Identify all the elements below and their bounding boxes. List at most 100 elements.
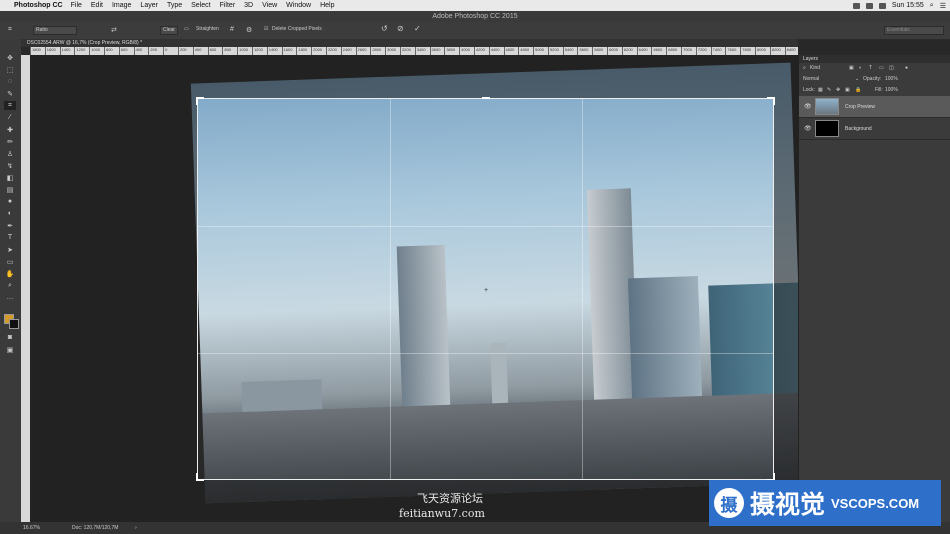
lock-position-icon[interactable]: ✥ bbox=[836, 87, 840, 93]
blur-tool-icon[interactable]: ● bbox=[4, 197, 16, 206]
eraser-tool-icon[interactable]: ◧ bbox=[4, 173, 16, 182]
blend-mode-chevron-icon[interactable]: ⌄ bbox=[855, 76, 859, 82]
filter-toggle-icon[interactable]: ● bbox=[905, 65, 908, 71]
layer-crop-preview[interactable]: 👁 Crop Preview bbox=[799, 96, 950, 118]
clear-button[interactable]: Clear bbox=[160, 26, 178, 35]
ruler-tick: 3400 bbox=[414, 47, 430, 55]
gradient-tool-icon[interactable]: ▤ bbox=[4, 185, 16, 194]
grid-line bbox=[390, 99, 391, 479]
crop-handle-bottom-left[interactable] bbox=[196, 473, 204, 481]
menu-filter[interactable]: Filter bbox=[220, 2, 236, 9]
ruler-tick: 2800 bbox=[370, 47, 385, 55]
adjustment-filter-icon[interactable]: ◐ bbox=[859, 65, 862, 71]
status-menu-arrow-icon[interactable]: › bbox=[135, 525, 137, 531]
menu-edit[interactable]: Edit bbox=[91, 2, 103, 9]
menu-layer[interactable]: Layer bbox=[140, 2, 158, 9]
app-menu[interactable]: Photoshop CC bbox=[14, 2, 63, 9]
hand-tool-icon[interactable]: ✋ bbox=[4, 269, 16, 278]
type-tool-icon[interactable]: T bbox=[4, 233, 16, 242]
battery-icon[interactable] bbox=[878, 2, 886, 9]
stamp-tool-icon[interactable]: ♙ bbox=[4, 149, 16, 158]
crop-tool-icon[interactable]: ⌗ bbox=[4, 101, 16, 110]
visibility-eye-icon[interactable]: 👁 bbox=[804, 103, 812, 110]
crop-handle-top-left[interactable] bbox=[196, 97, 204, 105]
menu-file[interactable]: File bbox=[71, 2, 82, 9]
crop-handle-top-right[interactable] bbox=[767, 97, 775, 105]
search-icon[interactable]: ⌕ bbox=[930, 2, 934, 10]
brush-tool-icon[interactable]: ✏ bbox=[4, 137, 16, 146]
crop-handle-top[interactable] bbox=[482, 97, 490, 99]
shape-tool-icon[interactable]: ▭ bbox=[4, 257, 16, 266]
lock-transparent-icon[interactable]: ▦ bbox=[818, 87, 823, 93]
menu-view[interactable]: View bbox=[262, 2, 277, 9]
smart-filter-icon[interactable]: ◫ bbox=[889, 65, 894, 71]
layers-panel-title[interactable]: Layers bbox=[799, 55, 950, 63]
ruler-tick: 1800 bbox=[296, 47, 311, 55]
ruler-tick: 3800 bbox=[444, 47, 459, 55]
workspace-switcher[interactable]: Essentials bbox=[884, 26, 944, 35]
doc-size[interactable]: Doc: 120,7M/120,7M bbox=[72, 525, 118, 531]
ruler-tick: 6800 bbox=[666, 47, 681, 55]
lock-pixels-icon[interactable]: ✎ bbox=[827, 87, 831, 93]
history-brush-tool-icon[interactable]: ↯ bbox=[4, 161, 16, 170]
dropbox-icon[interactable] bbox=[852, 2, 860, 9]
layer-name: Crop Preview bbox=[845, 104, 876, 110]
menu-image[interactable]: Image bbox=[112, 2, 131, 9]
eyedropper-tool-icon[interactable]: ⁄ bbox=[4, 113, 16, 122]
zoom-tool-icon[interactable]: ⌕ bbox=[4, 281, 16, 290]
gear-icon[interactable]: ⚙ bbox=[246, 26, 252, 34]
lock-all-icon[interactable]: 🔒 bbox=[855, 87, 861, 93]
straighten-button[interactable]: Straighten bbox=[196, 26, 219, 32]
marquee-tool-icon[interactable]: ⬚ bbox=[4, 65, 16, 74]
menu-help[interactable]: Help bbox=[320, 2, 334, 9]
menu-list-icon[interactable]: ☰ bbox=[940, 2, 946, 10]
move-tool-icon[interactable]: ✥ bbox=[4, 53, 16, 62]
lock-artboard-icon[interactable]: ▣ bbox=[845, 87, 850, 93]
pen-tool-icon[interactable]: ✒ bbox=[4, 221, 16, 230]
ruler-tick: 400 bbox=[133, 47, 149, 55]
layer-thumbnail bbox=[815, 120, 839, 137]
badge-en-text: VSCOPS.COM bbox=[831, 495, 920, 511]
pixel-filter-icon[interactable]: ▣ bbox=[849, 65, 854, 71]
ruler-tick: 0 bbox=[163, 47, 178, 55]
ratio-select[interactable]: Ratio bbox=[33, 26, 77, 35]
swap-icon[interactable]: ⇄ bbox=[111, 26, 117, 34]
zoom-level[interactable]: 16.67% bbox=[23, 525, 40, 531]
menu-select[interactable]: Select bbox=[191, 2, 210, 9]
fill-field[interactable]: 100% bbox=[885, 87, 898, 93]
layer-background[interactable]: 👁 Background bbox=[799, 118, 950, 140]
kind-filter-select[interactable]: Kind bbox=[810, 65, 820, 71]
wifi-icon[interactable] bbox=[865, 2, 873, 9]
clock[interactable]: Sun 15:55 bbox=[892, 2, 924, 9]
menu-3d[interactable]: 3D bbox=[244, 2, 253, 9]
type-filter-icon[interactable]: T bbox=[869, 65, 872, 71]
crosshair-icon: + bbox=[484, 287, 489, 294]
quick-select-tool-icon[interactable]: ✎ bbox=[4, 89, 16, 98]
straighten-icon[interactable]: ▭ bbox=[184, 26, 189, 32]
visibility-eye-icon[interactable]: 👁 bbox=[804, 125, 812, 132]
lasso-tool-icon[interactable]: ◌ bbox=[4, 77, 16, 86]
crop-box[interactable]: + bbox=[196, 97, 775, 481]
blend-mode-select[interactable]: Normal bbox=[803, 76, 819, 82]
commit-icon[interactable]: ✓ bbox=[414, 24, 421, 33]
ruler-tick: 1600 bbox=[44, 47, 60, 55]
more-tools-icon[interactable]: … bbox=[4, 293, 16, 302]
reset-icon[interactable]: ↺ bbox=[381, 24, 388, 33]
background-color-swatch[interactable] bbox=[9, 319, 19, 329]
healing-tool-icon[interactable]: ✚ bbox=[4, 125, 16, 134]
menu-type[interactable]: Type bbox=[167, 2, 182, 9]
document-tab[interactable]: DSC02554.ARW @ 16,7% (Crop Preview, RGB/… bbox=[21, 39, 798, 47]
crop-tool-icon[interactable]: ⌗ bbox=[8, 26, 12, 34]
dodge-tool-icon[interactable]: ◐ bbox=[4, 209, 16, 218]
delete-cropped-label: Delete Cropped Pixels bbox=[272, 26, 322, 32]
delete-cropped-checkbox[interactable]: ☑ bbox=[264, 26, 268, 32]
quick-mask-icon[interactable]: ◙ bbox=[4, 333, 16, 342]
grid-overlay-icon[interactable]: # bbox=[230, 26, 234, 33]
cancel-icon[interactable]: ⊘ bbox=[397, 24, 404, 33]
path-select-tool-icon[interactable]: ➤ bbox=[4, 245, 16, 254]
shape-filter-icon[interactable]: ▭ bbox=[879, 65, 884, 71]
opacity-field[interactable]: 100% bbox=[885, 76, 898, 82]
menu-window[interactable]: Window bbox=[286, 2, 311, 9]
grid-line bbox=[198, 353, 773, 354]
screen-mode-icon[interactable]: ▣ bbox=[4, 345, 16, 354]
